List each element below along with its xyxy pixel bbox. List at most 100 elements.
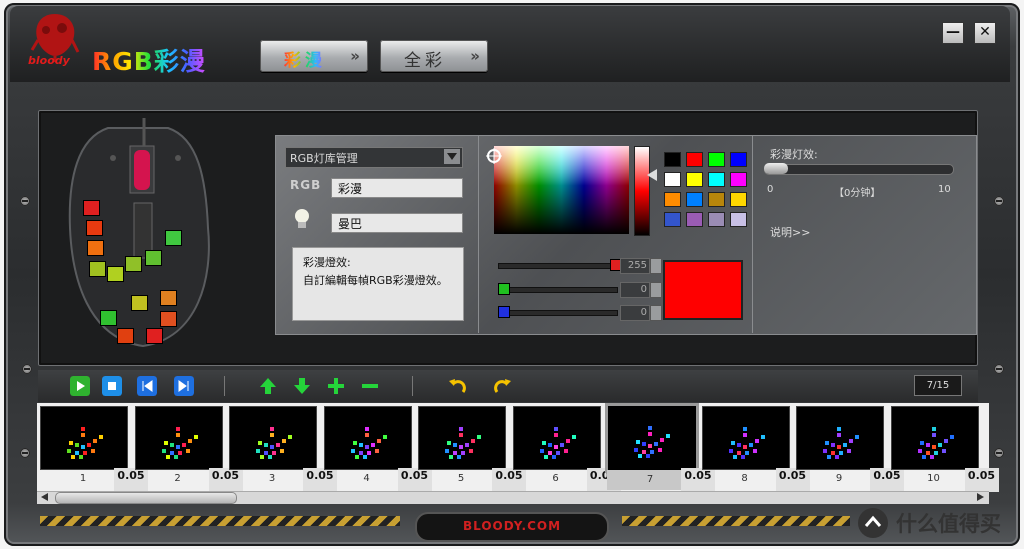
add-icon[interactable] <box>326 376 346 396</box>
undo-icon[interactable] <box>448 376 468 396</box>
led-icon[interactable] <box>117 328 134 344</box>
color-swatch[interactable] <box>708 192 725 207</box>
color-swatch[interactable] <box>730 152 747 167</box>
arrow-down-icon[interactable] <box>292 376 312 396</box>
tab-color-effect-label: 彩漫 <box>284 46 326 71</box>
color-swatch[interactable] <box>686 212 703 227</box>
arrow-up-icon[interactable] <box>258 376 278 396</box>
color-swatch[interactable] <box>664 172 681 187</box>
led-icon[interactable] <box>160 290 177 306</box>
help-link[interactable]: 说明>> <box>770 224 810 240</box>
green-slider[interactable] <box>498 287 618 293</box>
description-box: 彩漫燈效: 自訂編輯每幀RGB彩漫燈效。 <box>292 247 464 321</box>
green-spinner[interactable] <box>650 282 662 298</box>
tab-color-effect[interactable]: 彩漫 » <box>260 40 368 72</box>
led-icon[interactable] <box>87 240 104 256</box>
led-icon[interactable] <box>86 220 103 236</box>
effect-time-thumb[interactable] <box>764 163 788 174</box>
crosshair-icon[interactable] <box>486 148 502 164</box>
led-icon[interactable] <box>145 250 162 266</box>
color-swatch[interactable] <box>730 172 747 187</box>
frame-thumbnail[interactable] <box>323 406 412 470</box>
color-swatch[interactable] <box>730 212 747 227</box>
close-button[interactable]: ✕ <box>974 22 996 44</box>
led-dot <box>551 455 556 459</box>
footer-badge[interactable]: BLOODY.COM <box>415 512 609 542</box>
light-name-field[interactable]: 曼巴 <box>331 213 463 233</box>
led-icon[interactable] <box>160 311 177 327</box>
blue-slider[interactable] <box>498 310 618 316</box>
blue-slider-thumb[interactable] <box>498 306 510 318</box>
frame-thumbnail[interactable] <box>701 406 790 470</box>
led-dot <box>919 441 924 445</box>
rgb-name-field[interactable]: 彩漫 <box>331 178 463 198</box>
led-icon[interactable] <box>165 230 182 246</box>
color-swatch[interactable] <box>686 172 703 187</box>
frame-scroll-thumb[interactable] <box>55 492 237 504</box>
led-dot <box>752 449 757 453</box>
led-dot <box>748 443 753 447</box>
frame-thumbnail[interactable] <box>890 406 979 470</box>
led-dot <box>823 449 827 453</box>
color-swatch[interactable] <box>708 212 725 227</box>
rgb-label: RGB <box>290 178 322 192</box>
scroll-right-icon[interactable] <box>975 493 985 501</box>
tab-full-color[interactable]: 全彩 » <box>380 40 488 72</box>
divider <box>412 376 413 396</box>
led-icon[interactable] <box>146 328 163 344</box>
library-select[interactable]: RGB灯库管理 <box>285 147 463 168</box>
green-value[interactable]: 0 <box>620 282 650 298</box>
color-swatch[interactable] <box>686 152 703 167</box>
frame-thumbnail[interactable] <box>512 406 601 470</box>
effect-time-slider[interactable] <box>764 164 954 175</box>
color-swatch[interactable] <box>708 172 725 187</box>
led-dot <box>364 445 369 449</box>
screw-icon <box>994 448 1004 458</box>
chevron-down-icon[interactable] <box>444 149 460 164</box>
frame-thumbnail[interactable] <box>418 406 506 470</box>
scroll-left-icon[interactable] <box>40 493 50 501</box>
led-icon[interactable] <box>125 256 142 272</box>
led-dot <box>99 435 103 439</box>
led-dot <box>925 443 930 447</box>
blue-value[interactable]: 0 <box>620 305 650 321</box>
led-dot <box>917 449 922 453</box>
frame-thumbnail[interactable] <box>605 403 699 473</box>
color-swatch[interactable] <box>664 152 681 167</box>
frame-preview-icon <box>445 427 481 459</box>
led-dot <box>742 427 747 431</box>
arrow-left-icon[interactable] <box>647 169 657 181</box>
red-spinner[interactable] <box>650 258 662 274</box>
led-dot <box>835 455 839 459</box>
blue-spinner[interactable] <box>650 305 662 321</box>
frame-thumbnail[interactable] <box>229 406 317 470</box>
red-slider[interactable] <box>498 263 618 269</box>
green-slider-thumb[interactable] <box>498 283 510 295</box>
color-swatch[interactable] <box>730 192 747 207</box>
color-swatch[interactable] <box>708 152 725 167</box>
led-dot <box>91 449 95 453</box>
led-icon[interactable] <box>100 310 117 326</box>
led-dot <box>161 449 166 453</box>
color-swatch[interactable] <box>664 192 681 207</box>
remove-icon[interactable] <box>360 376 380 396</box>
led-icon[interactable] <box>89 261 106 277</box>
color-swatch[interactable] <box>664 212 681 227</box>
frame-duration[interactable]: 0.05 <box>964 468 999 492</box>
redo-icon[interactable] <box>492 376 512 396</box>
red-value[interactable]: 255 <box>620 258 650 274</box>
first-frame-icon[interactable] <box>137 376 157 396</box>
frame-thumbnail[interactable] <box>134 406 223 470</box>
stop-icon[interactable] <box>102 376 122 396</box>
play-icon[interactable] <box>70 376 90 396</box>
last-frame-icon[interactable] <box>174 376 194 396</box>
led-dot <box>264 443 268 447</box>
led-icon[interactable] <box>107 266 124 282</box>
frame-thumbnail[interactable] <box>796 406 884 470</box>
frame-thumbnail[interactable] <box>40 406 128 470</box>
luminance-slider[interactable] <box>634 146 650 236</box>
led-icon[interactable] <box>131 295 148 311</box>
minimize-button[interactable]: — <box>942 22 964 44</box>
led-icon[interactable] <box>83 200 100 216</box>
color-swatch[interactable] <box>686 192 703 207</box>
